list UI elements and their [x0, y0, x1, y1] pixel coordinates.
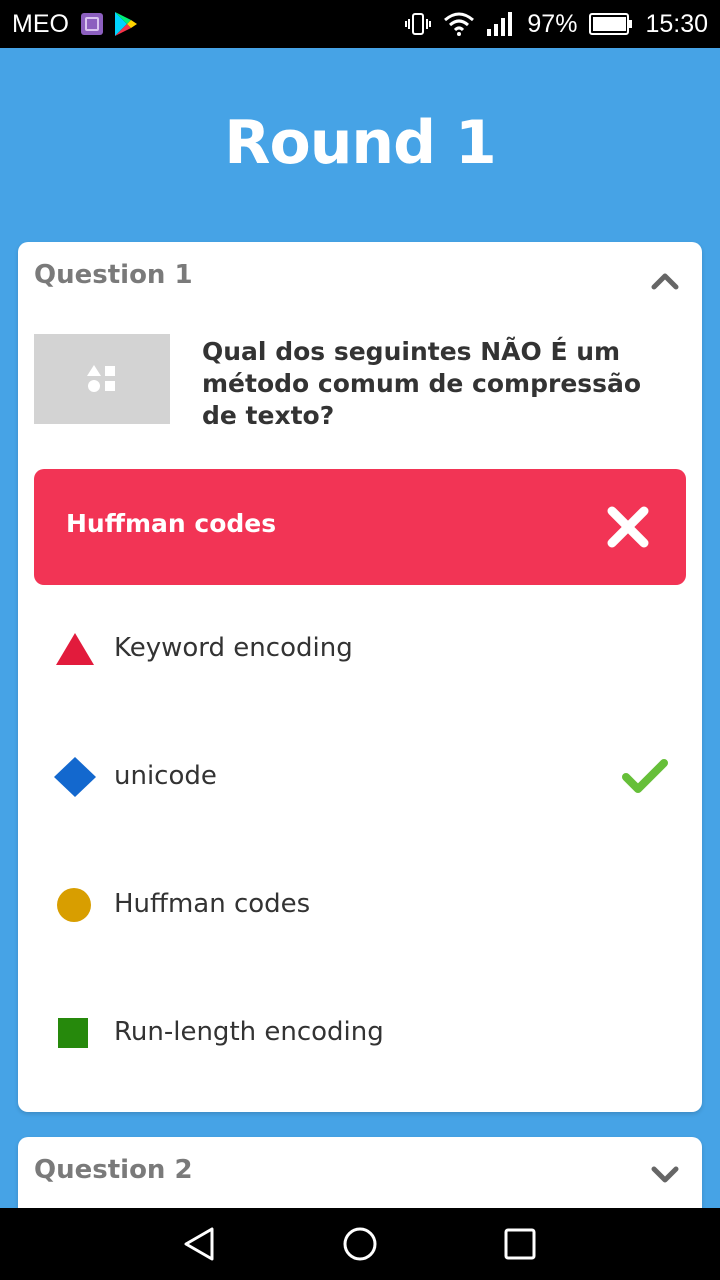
- clock: 15:30: [645, 9, 708, 38]
- circle-icon: [57, 888, 91, 922]
- checkmark-icon: [622, 759, 668, 793]
- page-title: Round 1: [224, 108, 496, 178]
- answer-option: Huffman codes: [54, 875, 674, 935]
- diamond-icon: [54, 757, 96, 797]
- battery-icon: [589, 13, 633, 35]
- answer-option: unicode: [54, 747, 674, 807]
- answer-option: Run-length encoding: [54, 1003, 674, 1063]
- signal-icon: [487, 12, 515, 36]
- question-text: Qual dos seguintes NÃO É um método comum…: [202, 337, 642, 430]
- option-label: Keyword encoding: [114, 633, 353, 663]
- back-icon[interactable]: [182, 1226, 218, 1262]
- chevron-down-icon[interactable]: [650, 1159, 680, 1189]
- chevron-up-icon[interactable]: [650, 266, 680, 296]
- question-image-placeholder: [34, 334, 170, 424]
- wifi-icon: [443, 12, 475, 36]
- carrier-label: MEO: [12, 9, 69, 38]
- play-store-icon: [114, 12, 137, 36]
- option-label: unicode: [114, 761, 217, 791]
- status-bar: MEO 97% 15:30: [0, 0, 720, 48]
- option-label: Run-length encoding: [114, 1017, 384, 1047]
- recents-icon[interactable]: [502, 1226, 538, 1262]
- option-label: Huffman codes: [114, 889, 311, 919]
- vibrate-icon: [405, 12, 432, 36]
- shapes-placeholder-icon: [87, 365, 115, 392]
- battery-percent: 97%: [527, 9, 578, 38]
- home-icon[interactable]: [342, 1226, 378, 1262]
- square-icon: [58, 1018, 88, 1048]
- answer-option: Keyword encoding: [54, 619, 674, 679]
- question-card: Question 1 Qual dos seguintes NÃO É um m…: [18, 242, 702, 1112]
- selected-answer-label: Huffman codes: [66, 509, 277, 538]
- gallery-notification-icon: [80, 13, 103, 35]
- question-label[interactable]: Question 1: [34, 260, 193, 290]
- question-label[interactable]: Question 2: [34, 1155, 193, 1185]
- navigation-bar: [0, 1208, 720, 1280]
- selected-answer-wrong: Huffman codes: [34, 469, 686, 585]
- close-icon: [607, 506, 649, 548]
- triangle-icon: [56, 633, 94, 665]
